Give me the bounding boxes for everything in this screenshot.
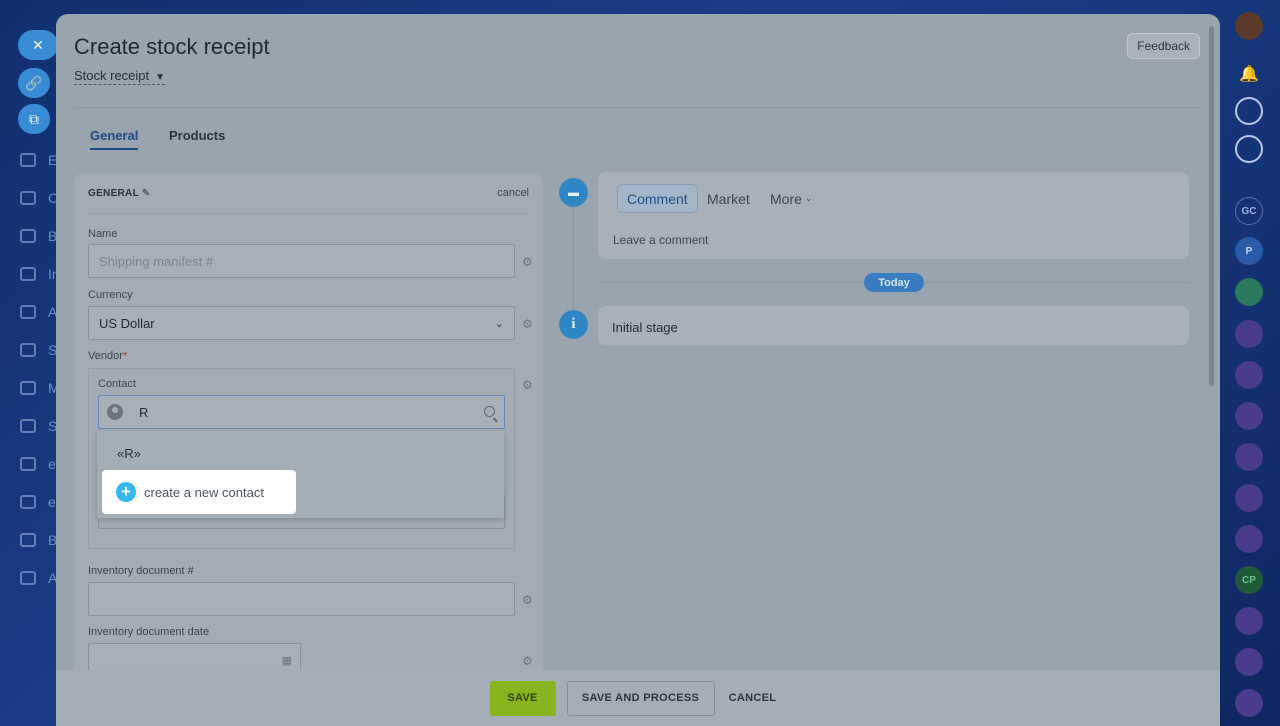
gear-icon[interactable]: ⚙ xyxy=(522,594,534,606)
group-icon[interactable] xyxy=(1235,648,1263,676)
contact-label: Contact xyxy=(98,378,136,390)
sidebar-icon[interactable] xyxy=(20,267,36,281)
link-icon[interactable]: 🔗 xyxy=(18,68,50,98)
cancel-button[interactable]: CANCEL xyxy=(719,681,787,716)
left-sidebar: ✕ 🔗 ⧉ E C B In A S M S e e B A xyxy=(0,0,60,726)
avatar-badge[interactable]: P xyxy=(1235,237,1263,265)
avatar-badge[interactable]: CP xyxy=(1235,566,1263,594)
inventory-doc-field[interactable] xyxy=(88,582,515,616)
create-contact-button[interactable]: + create a new contact xyxy=(102,470,296,514)
comment-icon: ▬ xyxy=(559,178,588,207)
tab-comment[interactable]: Comment xyxy=(617,184,698,213)
save-and-process-button[interactable]: SAVE AND PROCESS xyxy=(566,680,715,716)
group-icon[interactable] xyxy=(1235,402,1263,430)
sidebar-label[interactable]: e xyxy=(48,494,56,510)
divider xyxy=(74,107,1202,108)
sidebar-icon[interactable] xyxy=(20,153,36,167)
tab-general[interactable]: General xyxy=(90,128,139,150)
divider xyxy=(88,213,529,214)
comment-input[interactable]: Leave a comment xyxy=(613,233,708,247)
currency-label: Currency xyxy=(88,289,133,301)
group-icon[interactable] xyxy=(1235,361,1263,389)
vendor-label-text: Vendor xyxy=(88,350,123,362)
card-heading-label: GENERAL xyxy=(88,188,139,199)
search-icon[interactable] xyxy=(484,406,495,417)
contact-search-value: R xyxy=(139,404,149,420)
slider-panel: Create stock receipt Stock receipt ▼ Feed… xyxy=(56,14,1220,726)
group-icon[interactable] xyxy=(1235,320,1263,348)
contact-search-input[interactable]: R xyxy=(98,395,505,429)
tab-more[interactable]: More ⌄ xyxy=(761,184,821,213)
tab-products[interactable]: Products xyxy=(169,128,225,143)
gear-icon[interactable]: ⚙ xyxy=(522,318,534,330)
inventory-doc-label: Inventory document # xyxy=(88,565,194,577)
group-icon[interactable] xyxy=(1235,443,1263,471)
pencil-icon[interactable]: ✎ xyxy=(142,188,151,199)
plus-icon: + xyxy=(116,482,136,502)
right-sidebar: 🔔 GC P CP xyxy=(1218,0,1280,726)
today-badge: Today xyxy=(864,273,924,292)
feedback-button[interactable]: Feedback xyxy=(1127,33,1200,59)
name-field[interactable]: Shipping manifest # xyxy=(88,244,515,278)
tab-market[interactable]: Market xyxy=(698,184,759,213)
document-type-selector[interactable]: Stock receipt ▼ xyxy=(74,68,166,85)
chat-icon[interactable] xyxy=(1235,135,1263,163)
currency-select[interactable]: US Dollar ⌄ xyxy=(88,306,515,340)
chart-icon[interactable] xyxy=(20,533,36,547)
sidebar-icon[interactable] xyxy=(20,191,36,205)
cart-icon[interactable] xyxy=(20,419,36,433)
avatar-badge[interactable]: GC xyxy=(1235,197,1263,225)
create-contact-label: create a new contact xyxy=(144,484,264,500)
vendor-label: Vendor* xyxy=(88,350,127,362)
page-title: Create stock receipt xyxy=(74,34,270,59)
sidebar-icon[interactable] xyxy=(20,495,36,509)
group-icon[interactable] xyxy=(1235,607,1263,635)
inventory-date-label: Inventory document date xyxy=(88,626,210,638)
comment-card: Comment Market More ⌄ Leave a comment xyxy=(598,172,1189,259)
chevron-down-icon: ⌄ xyxy=(804,193,813,203)
sidebar-icon[interactable] xyxy=(20,381,36,395)
sidebar-icon[interactable] xyxy=(20,343,36,357)
scrollbar[interactable] xyxy=(1209,26,1214,386)
activity-icon[interactable] xyxy=(1235,97,1263,125)
dropdown-match-item[interactable]: «R» xyxy=(117,446,141,461)
user-avatar[interactable] xyxy=(1235,12,1263,40)
card-heading: GENERAL ✎ xyxy=(88,188,151,199)
document-type-label: Stock receipt xyxy=(74,68,150,83)
contact-avatar-icon xyxy=(107,404,123,420)
required-marker: * xyxy=(122,350,128,362)
contact-card-icon[interactable] xyxy=(1235,278,1263,306)
sidebar-icon[interactable] xyxy=(20,457,36,471)
save-button[interactable]: SAVE xyxy=(489,680,556,716)
footer-bar: SAVE SAVE AND PROCESS CANCEL xyxy=(56,670,1220,726)
currency-value: US Dollar xyxy=(99,315,155,331)
calendar-icon[interactable]: ▦ xyxy=(282,654,292,667)
chevron-down-icon: ▼ xyxy=(155,72,166,83)
group-icon[interactable] xyxy=(1235,525,1263,553)
open-new-window-icon[interactable]: ⧉ xyxy=(18,104,50,134)
timeline-line xyxy=(573,206,574,326)
group-icon[interactable] xyxy=(1235,484,1263,512)
card-cancel-link[interactable]: cancel xyxy=(497,187,529,199)
stage-card: Initial stage xyxy=(598,306,1189,345)
gear-icon[interactable]: ⚙ xyxy=(522,256,534,268)
name-label: Name xyxy=(88,228,118,240)
sidebar-label[interactable]: e xyxy=(48,456,56,472)
tab-more-label: More xyxy=(770,190,802,207)
sidebar-icon[interactable] xyxy=(20,571,36,585)
chevron-down-icon: ⌄ xyxy=(494,317,504,330)
info-icon: i xyxy=(559,310,588,339)
gear-icon[interactable]: ⚙ xyxy=(522,655,534,667)
bell-icon[interactable]: 🔔 xyxy=(1235,60,1263,88)
gear-icon[interactable]: ⚙ xyxy=(522,379,534,391)
group-icon[interactable] xyxy=(1235,689,1263,717)
sidebar-icon[interactable] xyxy=(20,229,36,243)
close-panel-button[interactable]: ✕ xyxy=(18,30,58,60)
sidebar-icon[interactable] xyxy=(20,305,36,319)
